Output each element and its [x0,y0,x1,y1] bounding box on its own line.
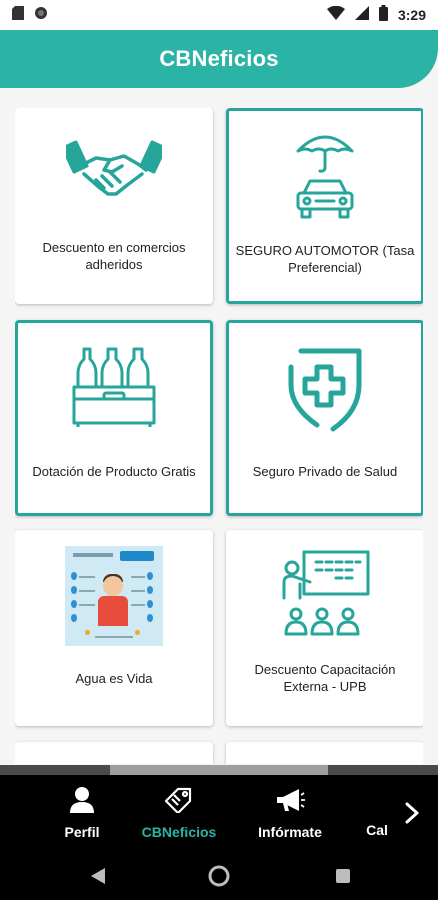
home-icon[interactable] [207,864,231,888]
nav-label: CBNeficios [141,824,217,840]
benefit-card-descuento-comercios[interactable]: Descuento en comercios adheridos [15,108,213,304]
wifi-icon [326,5,345,25]
page-title: CBNeficios [159,46,279,71]
benefit-card-partial[interactable] [15,742,213,764]
tags-icon [164,787,194,818]
nav-item-cbneficios[interactable]: CBNeficios [136,775,222,852]
water-infographic-image [65,546,163,646]
benefit-card-seguro-salud[interactable]: Seguro Privado de Salud [226,320,423,516]
benefits-grid: Descuento en comercios adheridos SEGURO … [15,108,423,764]
handshake-icon [61,136,167,213]
car-umbrella-icon [290,127,360,228]
back-icon[interactable] [86,864,110,888]
nav-item-cal[interactable]: Cal [362,775,392,852]
bottom-nav: Perfil CBNeficios Infórmate Cal [0,775,438,852]
benefit-card-capacitacion-upb[interactable]: Descuento Capacitación Externa - UPB [226,530,423,726]
system-nav-bar [0,852,438,900]
benefit-card-partial[interactable] [226,742,423,764]
nav-item-perfil[interactable]: Perfil [52,775,112,852]
status-time: 3:29 [397,7,426,23]
benefit-card-dotacion-producto[interactable]: Dotación de Producto Gratis [15,320,213,516]
nav-scrollbar[interactable] [0,765,438,775]
health-shield-icon [285,341,365,438]
chevron-right-icon[interactable] [400,799,424,827]
card-label: Descuento Capacitación Externa - UPB [254,662,396,694]
card-label: SEGURO AUTOMOTOR (Tasa Preferencial) [235,243,415,275]
bottle-crate-icon [72,347,156,432]
nav-label: Infórmate [258,824,322,840]
nav-label: Cal [366,821,388,838]
nav-label: Perfil [64,824,100,840]
benefit-card-seguro-automotor[interactable]: SEGURO AUTOMOTOR (Tasa Preferencial) [226,108,423,304]
card-label: Dotación de Producto Gratis [32,463,196,479]
benefit-card-agua-es-vida[interactable]: Agua es Vida [15,530,213,726]
card-label: Descuento en comercios adheridos [42,240,186,272]
app-header: CBNeficios [0,30,438,88]
megaphone-icon [275,787,305,818]
card-label: Seguro Privado de Salud [252,463,398,479]
nav-scrollbar-thumb[interactable] [110,765,328,775]
person-icon [70,787,94,818]
sd-card-icon [12,5,24,25]
signal-icon [354,5,369,25]
circle-status-icon [34,6,48,25]
recents-icon[interactable] [331,864,355,888]
battery-icon [378,4,388,26]
training-board-icon [280,550,370,643]
card-label: Agua es Vida [75,670,153,686]
status-bar: 3:29 [0,0,438,30]
nav-item-informate[interactable]: Infórmate [252,775,328,852]
